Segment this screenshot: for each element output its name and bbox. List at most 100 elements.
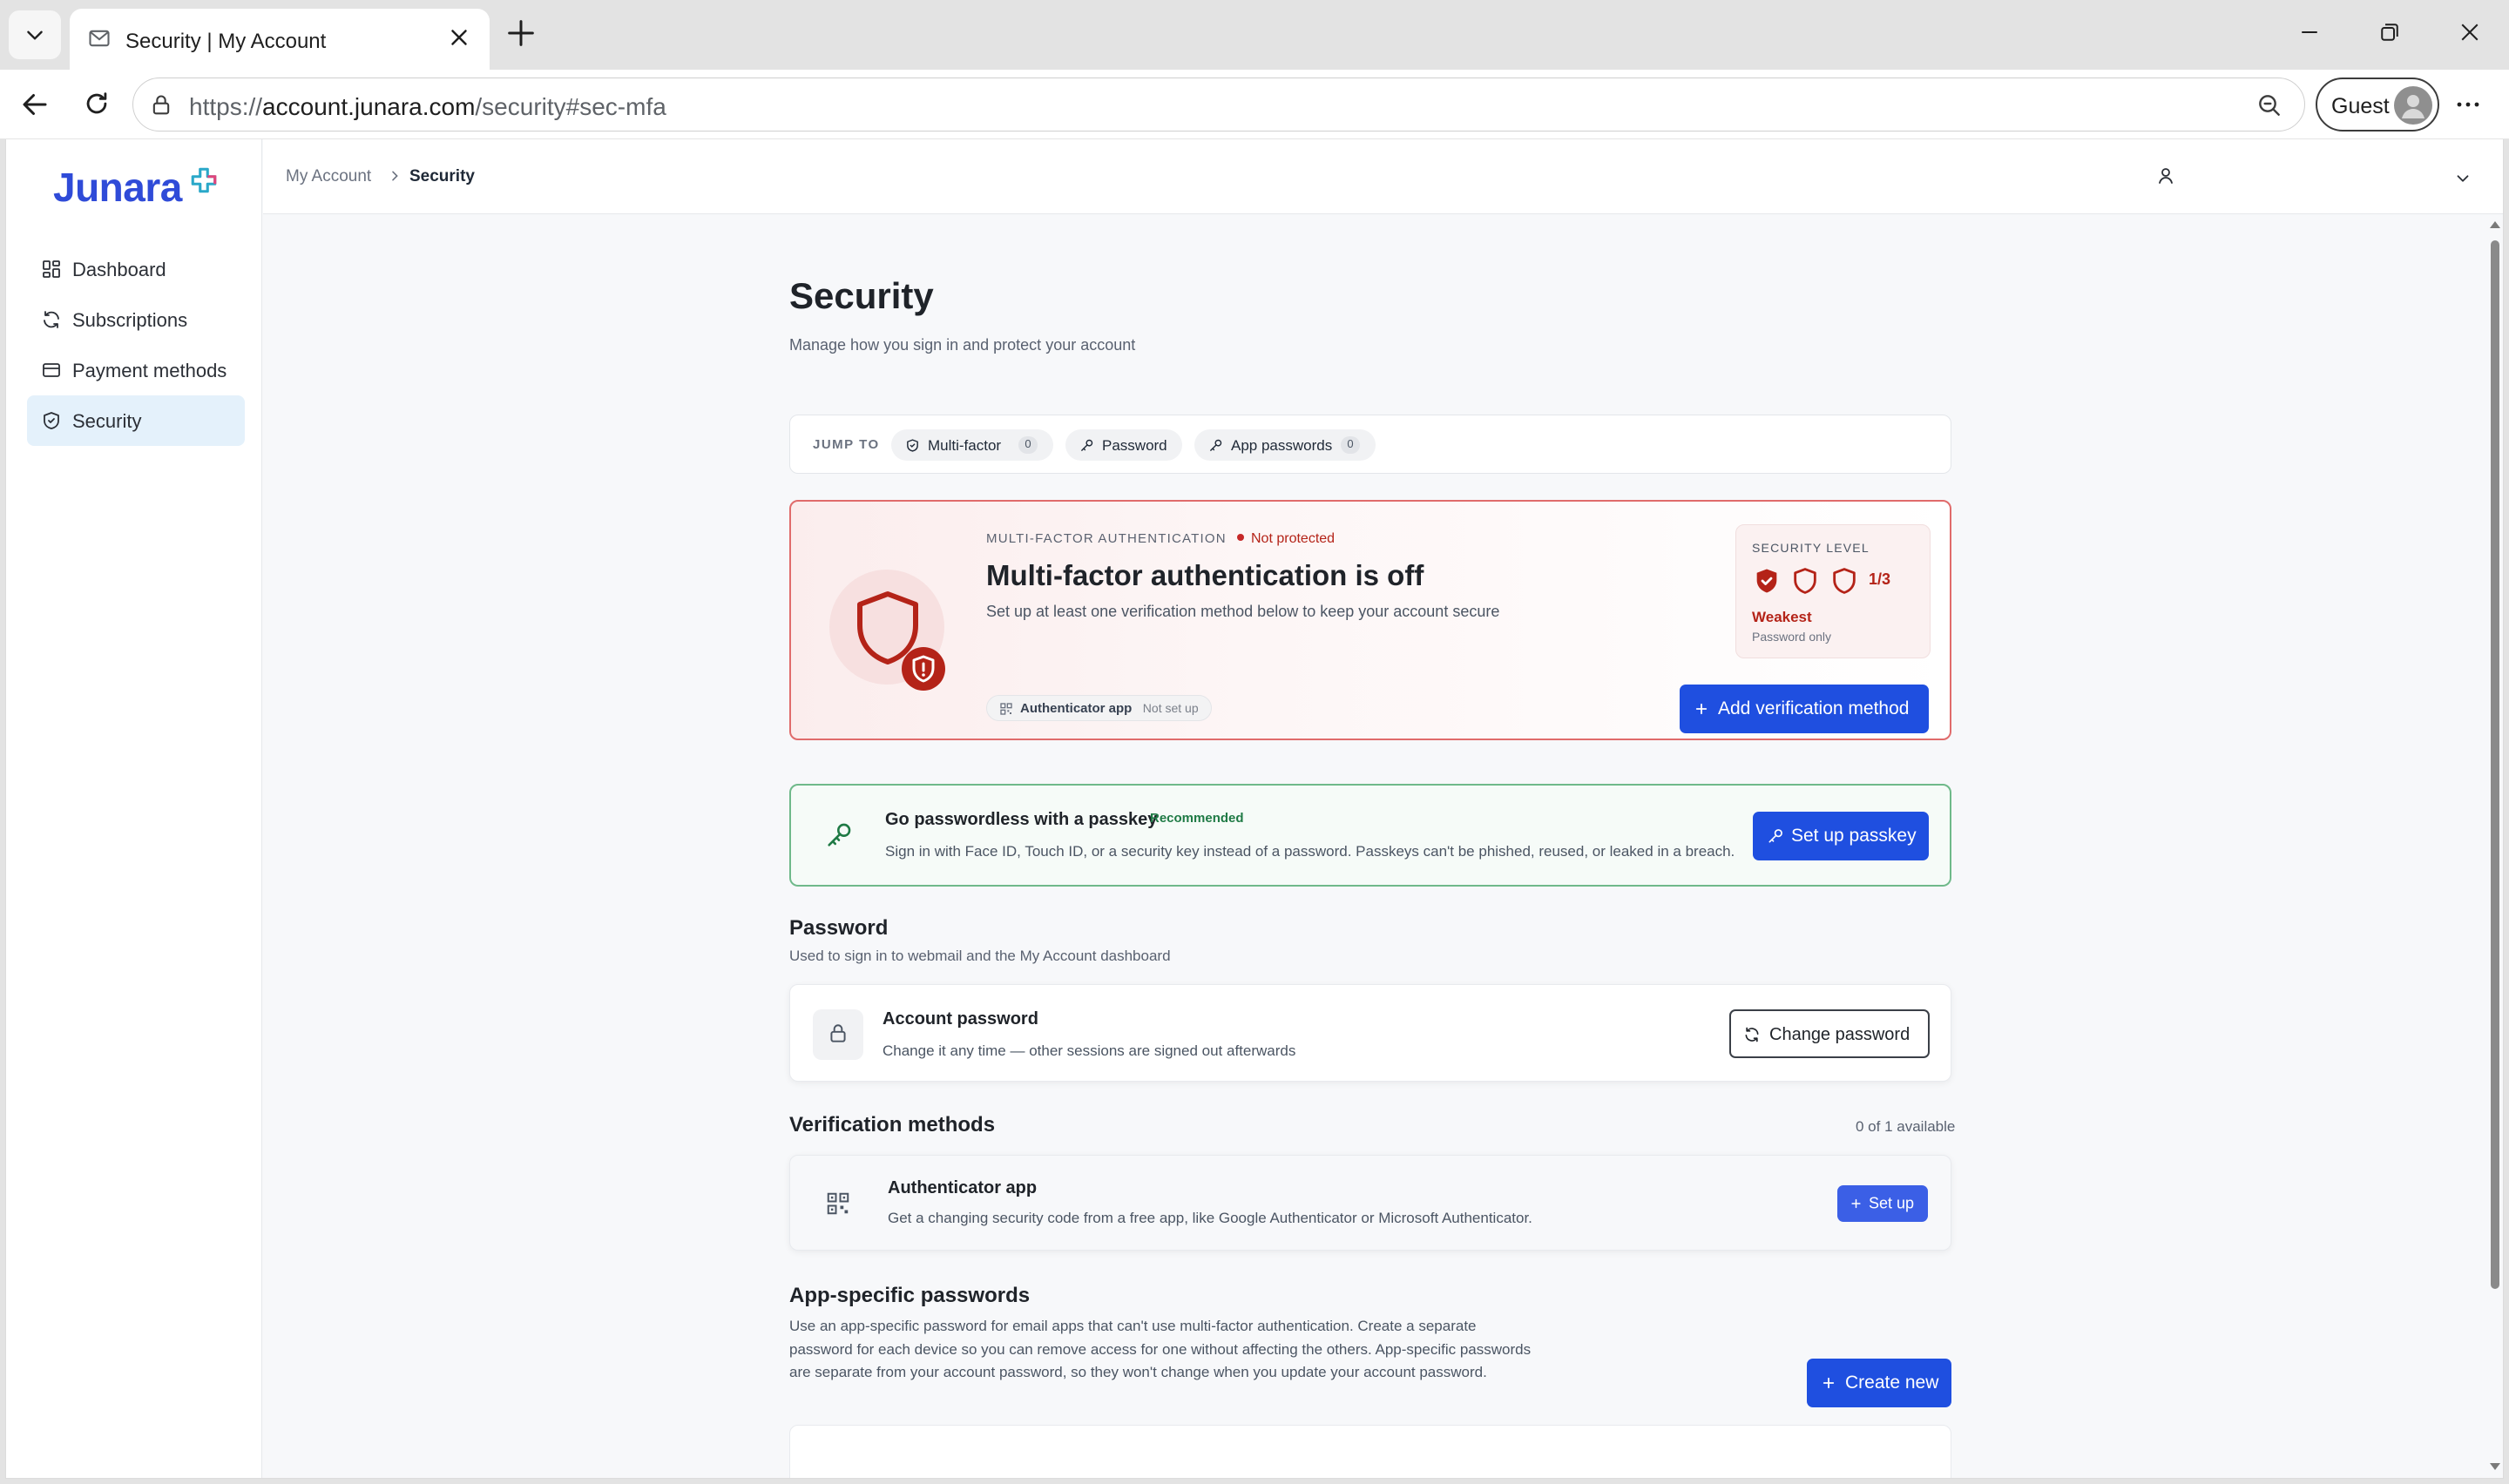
- set-up-authenticator-button[interactable]: Set up: [1837, 1185, 1928, 1222]
- mfa-status-card: MULTI-FACTOR AUTHENTICATION Not protecte…: [789, 500, 1951, 740]
- person-icon: [2402, 95, 2424, 118]
- zoom-icon[interactable]: [2255, 91, 2283, 119]
- authenticator-app-row: Authenticator app Get a changing securit…: [789, 1155, 1951, 1251]
- mfa-method-state: Not set up: [1142, 701, 1199, 715]
- close-icon[interactable]: [446, 24, 472, 51]
- button-label: Set up: [1869, 1194, 1915, 1212]
- sidebar-item-label: Dashboard: [72, 259, 166, 280]
- sidebar-item-payment-methods[interactable]: Payment methods: [27, 345, 245, 395]
- qr-code-icon: [827, 1192, 849, 1215]
- sidebar-item-label: Subscriptions: [72, 309, 188, 331]
- chip-count: 0: [1341, 436, 1360, 454]
- button-label: Create new: [1845, 1373, 1939, 1393]
- change-password-button[interactable]: Change password: [1729, 1009, 1930, 1058]
- profile-button[interactable]: Guest: [2316, 78, 2439, 132]
- jump-chip-multi-factor[interactable]: Multi-factor 0: [891, 429, 1053, 461]
- qr-code-icon: [1000, 703, 1012, 715]
- back-arrow-icon[interactable]: [19, 89, 51, 120]
- scroll-up-icon[interactable]: [2489, 219, 2501, 230]
- breadcrumb-current: Security: [409, 167, 475, 186]
- sidebar-item-security[interactable]: Security: [27, 395, 245, 446]
- tab-title: Security | My Account: [125, 30, 327, 53]
- mfa-shield-illustration: [829, 570, 945, 691]
- passkey-promo-card: Go passwordless with a passkey Recommend…: [789, 784, 1951, 887]
- passkey-description: Sign in with Face ID, Touch ID, or a sec…: [885, 843, 1735, 860]
- chip-label: App passwords: [1231, 437, 1333, 454]
- jump-chip-password[interactable]: Password: [1065, 429, 1182, 461]
- qr-icon-wrap: [813, 1178, 863, 1229]
- chip-label: Password: [1102, 437, 1167, 454]
- security-level-ratio: 1/3: [1869, 570, 1891, 588]
- plus-icon: [1823, 1377, 1835, 1389]
- breadcrumb-my-account[interactable]: My Account: [286, 167, 371, 186]
- site-info-lock-icon[interactable]: [149, 93, 173, 118]
- top-bar: My Account Security: [263, 139, 2503, 214]
- minimize-icon[interactable]: [2296, 19, 2323, 45]
- chevron-down-icon: [27, 30, 43, 40]
- authenticator-app-title: Authenticator app: [888, 1178, 1038, 1197]
- security-level-panel: SECURITY LEVEL 1/3 Weakest Password only: [1735, 524, 1931, 658]
- shield-outline-icon: [1794, 568, 1817, 594]
- verification-available-count: 0 of 1 available: [1856, 1118, 1956, 1135]
- account-menu-chevron-icon[interactable]: [2453, 169, 2472, 188]
- jump-to-label: JUMP TO: [813, 437, 880, 452]
- user-icon[interactable]: [2155, 165, 2176, 186]
- sidebar-item-subscriptions[interactable]: Subscriptions: [27, 294, 245, 345]
- security-level-note: Password only: [1752, 630, 1832, 644]
- url-text: https://account.junara.com/security#sec-…: [189, 93, 666, 120]
- button-label: Add verification method: [1718, 698, 1910, 718]
- browser-toolbar: https://account.junara.com/security#sec-…: [0, 70, 2509, 139]
- window-close-icon[interactable]: [2457, 19, 2483, 45]
- recommended-badge: Recommended: [1150, 811, 1244, 826]
- page-title: Security: [789, 275, 934, 316]
- refresh-icon: [44, 311, 59, 328]
- chevron-right-icon: [392, 171, 398, 181]
- page-scrollbar[interactable]: [2484, 214, 2503, 1478]
- mfa-status-badge: Not protected: [1237, 531, 1335, 547]
- shield-filled-icon: [1756, 569, 1777, 593]
- account-password-description: Change it any time — other sessions are …: [883, 1042, 1296, 1059]
- key-icon: [1768, 829, 1782, 843]
- password-section-subtitle: Used to sign in to webmail and the My Ac…: [789, 948, 1171, 964]
- mfa-method-tag: Authenticator app Not set up: [986, 695, 1212, 721]
- create-new-app-password-button[interactable]: Create new: [1807, 1359, 1951, 1407]
- password-section-title: Password: [789, 916, 889, 940]
- set-up-passkey-button[interactable]: Set up passkey: [1753, 812, 1929, 860]
- button-label: Change password: [1769, 1025, 1910, 1044]
- profile-avatar: [2394, 86, 2432, 125]
- mfa-description: Set up at least one verification method …: [986, 603, 1500, 620]
- shield-alert-icon: [902, 647, 945, 691]
- reload-icon[interactable]: [82, 89, 112, 118]
- browser-tab-active[interactable]: Security | My Account: [70, 9, 490, 70]
- shield-check-icon: [907, 439, 918, 452]
- authenticator-app-description: Get a changing security code from a free…: [888, 1210, 1532, 1226]
- tab-search-button[interactable]: [9, 10, 61, 59]
- lock-icon: [830, 1024, 846, 1042]
- more-menu-icon[interactable]: [2455, 94, 2481, 115]
- card-icon: [43, 363, 60, 377]
- restore-icon[interactable]: [2377, 19, 2403, 45]
- grid-icon: [43, 260, 60, 278]
- shield-outline-icon: [1833, 568, 1856, 594]
- address-bar[interactable]: https://account.junara.com/security#sec-…: [132, 78, 2305, 132]
- verification-section-title: Verification methods: [789, 1113, 996, 1137]
- browser-tabstrip: Security | My Account: [0, 0, 2509, 70]
- sidebar-item-dashboard[interactable]: Dashboard: [27, 244, 245, 294]
- new-tab-icon[interactable]: [504, 16, 538, 51]
- logo-cross-icon: [191, 167, 217, 193]
- sidebar: Junara Dashboard Subscriptions Payment m…: [6, 139, 262, 1478]
- shield-check-icon: [44, 412, 59, 429]
- scroll-down-icon[interactable]: [2489, 1461, 2501, 1472]
- button-label: Set up passkey: [1791, 826, 1917, 846]
- key-icon: [1210, 439, 1222, 451]
- add-verification-method-button[interactable]: Add verification method: [1680, 685, 1929, 733]
- brand-logo[interactable]: Junara: [53, 164, 182, 211]
- jump-chip-app-passwords[interactable]: App passwords 0: [1194, 429, 1376, 461]
- jump-to-bar: JUMP TO Multi-factor 0 Password App pass…: [789, 415, 1951, 474]
- security-level-label: SECURITY LEVEL: [1752, 541, 1870, 555]
- app-passwords-section-title: App-specific passwords: [789, 1284, 1031, 1307]
- account-password-row: Account password Change it any time — ot…: [789, 984, 1951, 1082]
- scrollbar-thumb[interactable]: [2491, 240, 2499, 1289]
- app-passwords-list-card: [789, 1425, 1951, 1478]
- sidebar-item-label: Security: [72, 410, 142, 432]
